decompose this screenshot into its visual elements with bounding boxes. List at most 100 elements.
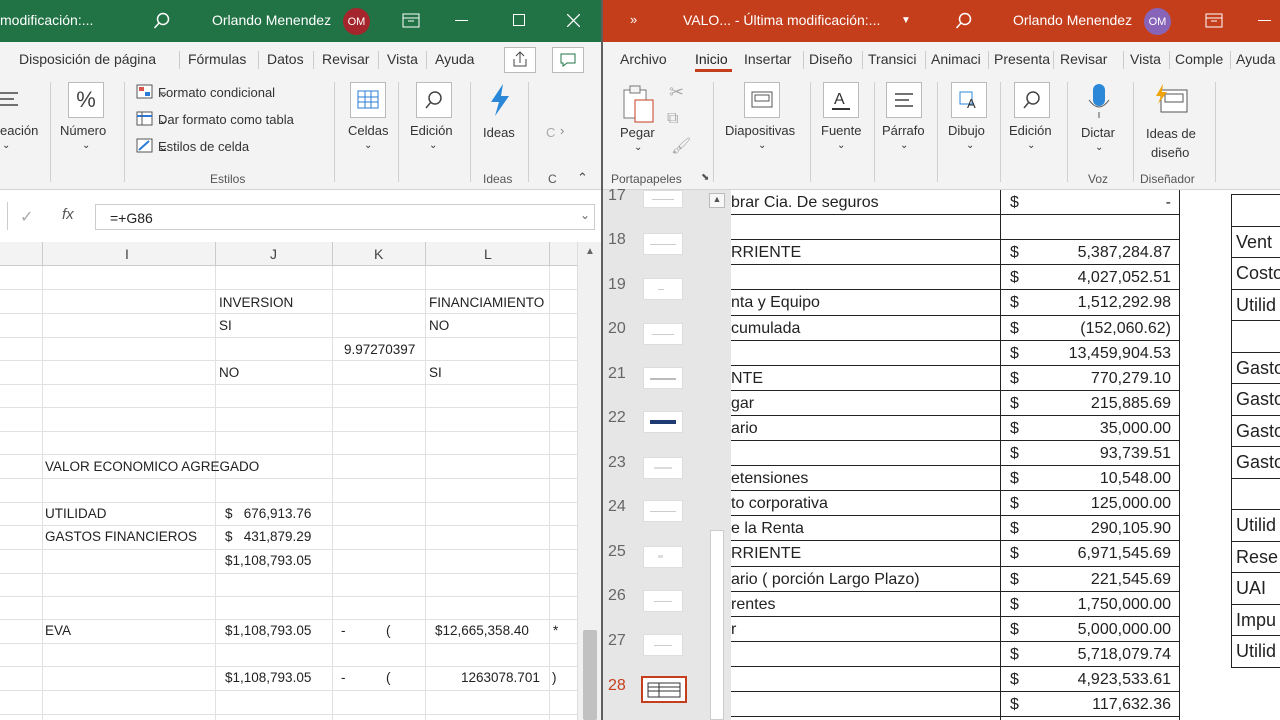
cell-eva-value-2[interactable]: $1,108,793.05	[225, 670, 311, 685]
minimize-icon[interactable]	[1258, 20, 1271, 21]
cell-eva-value[interactable]: $1,108,793.05	[225, 623, 311, 638]
slide-thumbnail[interactable]	[643, 500, 683, 522]
cell-inversion[interactable]: INVERSION	[219, 295, 293, 310]
tab-formulas[interactable]: Fórmulas	[188, 51, 246, 67]
slides-icon[interactable]	[744, 82, 780, 118]
vertical-scrollbar[interactable]: ▲	[577, 242, 602, 720]
chevron-double-right-icon[interactable]: »	[630, 12, 637, 27]
cell-financiamiento[interactable]: FINANCIAMIENTO	[429, 295, 544, 310]
ribbon-display-icon[interactable]	[402, 13, 420, 29]
chevron-down-icon[interactable]: ▼	[901, 15, 911, 26]
slide-thumbnail[interactable]	[643, 233, 683, 255]
scroll-thumb[interactable]	[710, 530, 724, 720]
paste-label[interactable]: Pegar	[620, 125, 655, 140]
number-label[interactable]: Número	[60, 123, 106, 138]
paste-icon[interactable]	[621, 84, 657, 124]
slide-thumbnail[interactable]	[643, 278, 683, 300]
chevron-down-icon[interactable]: ⌄	[1027, 140, 1035, 151]
chevron-down-icon[interactable]: ⌄	[1095, 142, 1103, 153]
scroll-up-icon[interactable]: ▲	[709, 193, 725, 208]
cell-l-value-2[interactable]: 1263078.701	[461, 670, 540, 685]
scroll-up-icon[interactable]: ▲	[585, 246, 595, 257]
chevron-right-icon[interactable]: ›	[560, 123, 564, 138]
cell-k-value[interactable]: 9.97270397	[344, 342, 415, 357]
column-header-i[interactable]: I	[125, 246, 129, 262]
cell-l-value[interactable]: $12,665,358.40	[435, 623, 529, 638]
collapse-ribbon-icon[interactable]: ⌃	[577, 170, 588, 186]
cell-star[interactable]: *	[553, 623, 558, 638]
design-ideas-label-2[interactable]: diseño	[1151, 145, 1189, 160]
tab-animaciones[interactable]: Animaci	[931, 51, 981, 67]
spreadsheet-grid[interactable]: INVERSION FINANCIAMIENTO SI NO 9.9727039…	[0, 266, 577, 720]
table-format-button[interactable]: Dar formato como tabla ⌄	[158, 112, 294, 128]
chevron-down-icon[interactable]: ⌄	[364, 140, 372, 151]
minimize-icon[interactable]	[455, 20, 468, 21]
font-icon[interactable]: A	[823, 82, 859, 118]
cell-si[interactable]: SI	[429, 365, 442, 380]
tab-insertar[interactable]: Insertar	[744, 51, 791, 67]
tab-vista[interactable]: Vista	[387, 51, 418, 67]
cell-si[interactable]: SI	[219, 318, 232, 333]
search-icon[interactable]	[955, 12, 973, 30]
tab-ayuda[interactable]: Ayuda	[1236, 51, 1275, 67]
excel-doc-title[interactable]: modificación:...	[0, 12, 93, 28]
cell-close-paren[interactable]: )	[552, 670, 557, 685]
tab-archivo[interactable]: Archivo	[620, 51, 667, 67]
comments-button[interactable]	[552, 47, 584, 73]
paragraph-icon[interactable]	[886, 82, 922, 118]
column-header-k[interactable]: K	[374, 246, 383, 262]
conditional-format-button[interactable]: Formato condicional ⌄	[158, 85, 275, 101]
tab-inicio[interactable]: Inicio	[695, 51, 728, 67]
slide-thumbnail[interactable]	[643, 634, 683, 656]
slide-thumbnail[interactable]	[643, 457, 683, 479]
c-button[interactable]: C	[546, 125, 555, 140]
tab-disposicion[interactable]: Disposición de página	[19, 51, 156, 67]
cell-sum[interactable]: $1,108,793.05	[225, 553, 311, 568]
chevron-down-icon[interactable]: ⌄	[2, 140, 10, 151]
cell-utilidad-value[interactable]: $ 676,913.76	[225, 506, 311, 521]
thumbnail-scrollbar[interactable]: ▲	[707, 190, 727, 720]
chevron-down-icon[interactable]: ⌄	[429, 140, 437, 151]
cell-paren[interactable]: (	[386, 623, 391, 638]
cell-no[interactable]: NO	[219, 365, 239, 380]
dialog-launcher-icon[interactable]: ⬊	[701, 172, 709, 183]
alignment-label[interactable]: eación	[0, 123, 38, 138]
tab-revisar[interactable]: Revisar	[322, 51, 369, 67]
cell-styles-button[interactable]: Estilos de celda ⌄	[158, 139, 249, 155]
drawing-icon[interactable]: A	[951, 82, 987, 118]
lightning-icon[interactable]	[485, 82, 515, 118]
cell-dash[interactable]: -	[341, 623, 346, 638]
column-header-j[interactable]: J	[270, 246, 277, 262]
search-icon[interactable]	[1014, 82, 1050, 118]
font-label[interactable]: Fuente	[821, 123, 861, 138]
chevron-down-icon[interactable]: ⌄	[580, 208, 590, 222]
dictate-label[interactable]: Dictar	[1081, 125, 1115, 140]
tab-revisar[interactable]: Revisar	[1060, 51, 1107, 67]
paragraph-label[interactable]: Párrafo	[882, 123, 925, 138]
confirm-icon[interactable]: ✓	[20, 207, 33, 227]
cut-icon[interactable]: ✂	[669, 82, 684, 103]
ppt-doc-title[interactable]: VALO... - Última modificación:...	[683, 12, 880, 28]
slide-thumbnail[interactable]	[643, 323, 683, 345]
tab-ayuda[interactable]: Ayuda	[435, 51, 474, 67]
slide-thumbnail-active[interactable]	[641, 676, 687, 703]
slide-canvas[interactable]: brar Cia. De seguros $ - RRIENTE $5,387,284.…	[731, 190, 1280, 720]
search-icon[interactable]	[153, 12, 171, 30]
ideas-button-label[interactable]: Ideas	[483, 125, 515, 140]
design-ideas-label-1[interactable]: Ideas de	[1146, 126, 1196, 141]
tab-complementos[interactable]: Comple	[1175, 51, 1223, 67]
cell-paren[interactable]: (	[386, 670, 391, 685]
cell-gastos[interactable]: GASTOS FINANCIEROS	[45, 529, 197, 544]
column-header-l[interactable]: L	[484, 246, 492, 262]
tab-vista[interactable]: Vista	[1130, 51, 1161, 67]
slides-label[interactable]: Diapositivas	[725, 123, 795, 138]
close-icon[interactable]	[567, 14, 580, 27]
drawing-label[interactable]: Dibujo	[948, 123, 985, 138]
tab-transiciones[interactable]: Transici	[868, 51, 917, 67]
search-icon[interactable]	[416, 82, 452, 118]
cell-eva[interactable]: EVA	[45, 623, 71, 638]
editing-label[interactable]: Edición	[410, 123, 453, 138]
percent-icon[interactable]: %	[68, 82, 104, 118]
slide-thumbnails-pane[interactable]: 17 18 19 20 21 22 23 24 25 26 27 28 ▲	[603, 187, 731, 720]
tab-diseno[interactable]: Diseño	[809, 51, 853, 67]
